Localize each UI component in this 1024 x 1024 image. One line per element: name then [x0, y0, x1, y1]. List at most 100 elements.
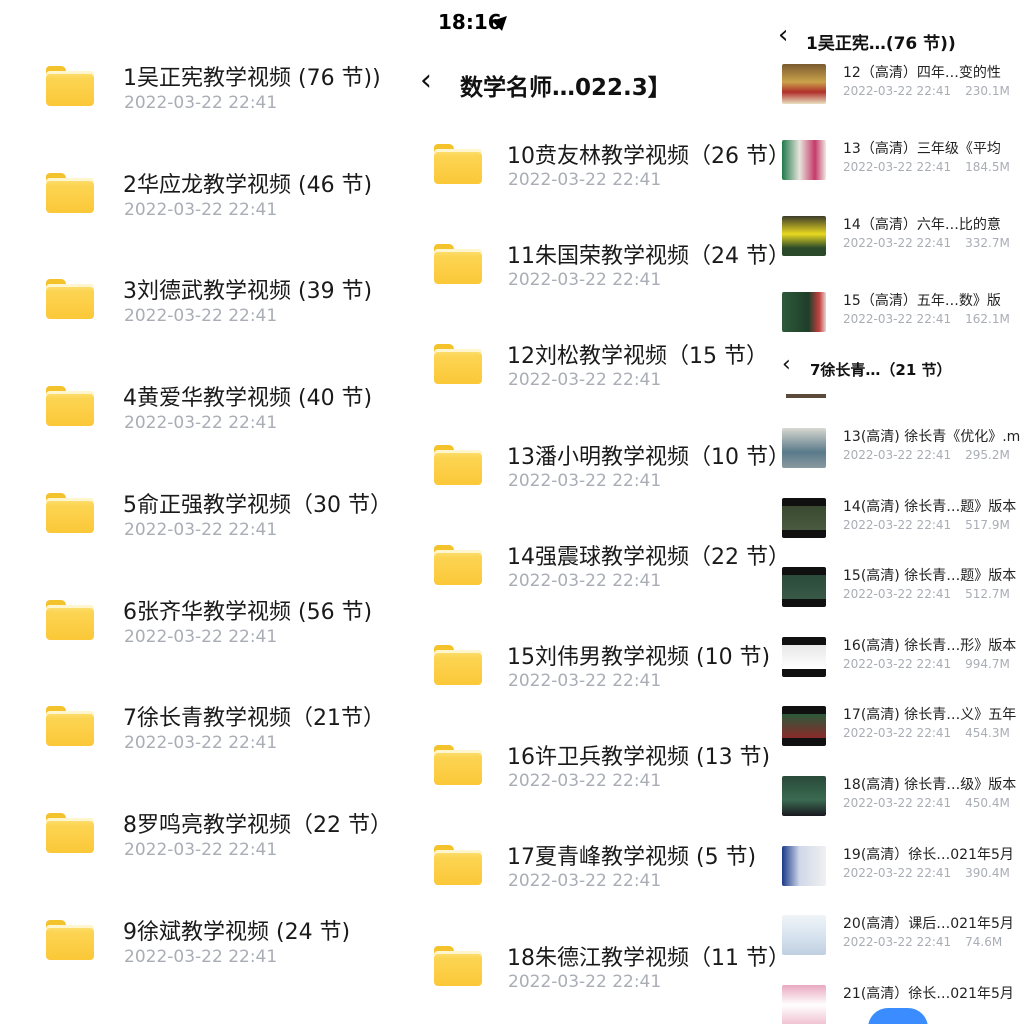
- folder-name: 1吴正宪教学视频 (76 节)): [123, 66, 381, 91]
- folder-date: 2022-03-22 22:41: [508, 170, 662, 190]
- folder-name: 6张齐华教学视频 (56 节): [123, 599, 373, 625]
- video-row[interactable]: 17(高清) 徐长青…义》五年 2022-03-22 22:41 454.3M: [776, 706, 1024, 766]
- video-row[interactable]: 15(高清) 徐长青…题》版本 2022-03-22 22:41 512.7M: [776, 567, 1024, 627]
- folder-row[interactable]: 12刘松教学视频（15 节） 2022-03-22 22:41: [408, 344, 780, 430]
- folder-row[interactable]: 8罗鸣亮教学视频（22 节） 2022-03-22 22:41: [0, 812, 408, 899]
- video-row[interactable]: 18(高清) 徐长青…级》版本 2022-03-22 22:41 450.4M: [776, 776, 1024, 836]
- folder-icon: [46, 492, 94, 533]
- video-name: 20(高清）课后…021年5月: [843, 916, 1014, 933]
- video-row[interactable]: 16(高清) 徐长青…形》版本 2022-03-22 22:41 994.7M: [776, 636, 1024, 697]
- folder-name: 14强震球教学视频（22 节）: [507, 544, 780, 570]
- video-date: 2022-03-22 22:41: [843, 726, 952, 741]
- folder-row[interactable]: 6张齐华教学视频 (56 节) 2022-03-22 22:41: [0, 599, 408, 686]
- video-meta: 2022-03-22 22:41 454.3M: [843, 726, 1010, 740]
- video-thumbnail: [782, 845, 826, 886]
- folder-name: 2华应龙教学视频 (46 节): [123, 172, 373, 198]
- folder-date: 2022-03-22 22:41: [124, 306, 278, 327]
- folder-date: 2022-03-22 22:41: [124, 733, 278, 754]
- folder-icon: [434, 544, 482, 585]
- video-name: 21(高清）徐长…021年5月: [843, 985, 1014, 1002]
- folder-row[interactable]: 17夏青峰教学视频 (5 节) 2022-03-22 22:41: [408, 845, 780, 931]
- folder-date: 2022-03-22 22:41: [124, 839, 278, 860]
- folder-row[interactable]: 10贲友林教学视频（26 节） 2022-03-22 22:41: [408, 144, 780, 230]
- folder-icon: [46, 706, 94, 747]
- video-row[interactable]: 19(高清）徐长…021年5月 2022-03-22 22:41 390.4M: [776, 845, 1024, 906]
- folder-date: 2022-03-22 22:41: [508, 671, 662, 691]
- video-row[interactable]: 14(高清) 徐长青…题》版本 2022-03-22 22:41 517.9M: [776, 497, 1024, 558]
- video-size: 994.7M: [965, 656, 1010, 671]
- video-thumbnail: [782, 497, 826, 538]
- folder-icon: [434, 745, 482, 786]
- folder-name: 4黄爱华教学视频 (40 节): [123, 386, 373, 412]
- video-meta: [843, 1005, 857, 1019]
- folder-name: 16许卫兵教学视频 (13 节): [507, 745, 771, 771]
- video-thumbnail: [782, 140, 826, 180]
- chevron-left-icon[interactable]: ‹: [778, 22, 788, 48]
- chevron-left-icon[interactable]: ‹: [782, 354, 791, 376]
- folder-date: 2022-03-22 22:41: [508, 270, 662, 291]
- folder-row[interactable]: 16许卫兵教学视频 (13 节) 2022-03-22 22:41: [408, 745, 780, 831]
- video-date: 2022-03-22 22:41: [843, 448, 952, 462]
- folder-row[interactable]: 11朱国荣教学视频（24 节） 2022-03-22 22:41: [408, 244, 780, 330]
- folder-icon: [46, 279, 94, 320]
- video-date: 2022-03-22 22:41: [843, 587, 952, 602]
- video-date: 2022-03-22 22:41: [843, 84, 952, 98]
- video-size: 517.9M: [965, 517, 1010, 532]
- cut-thumbnail: [786, 394, 826, 398]
- folder-date: 2022-03-22 22:41: [124, 413, 278, 434]
- folder-name: 17夏青峰教学视频 (5 节): [507, 845, 757, 871]
- folder-row[interactable]: 3刘德武教学视频 (39 节) 2022-03-22 22:41: [0, 279, 408, 365]
- folder-name: 13潘小明教学视频（10 节）: [507, 444, 780, 470]
- folder-date: 2022-03-22 22:41: [124, 626, 278, 647]
- video-thumbnail: [782, 776, 826, 816]
- video-thumbnail: [782, 64, 826, 104]
- video-meta: 2022-03-22 22:41 332.7M: [843, 236, 1010, 250]
- video-size: 390.4M: [965, 865, 1010, 880]
- folder-row[interactable]: 18朱德江教学视频（11 节） 2022-03-22 22:41: [408, 945, 780, 1024]
- folder-date: 2022-03-22 22:41: [508, 370, 662, 391]
- folder-row[interactable]: 9徐斌教学视频 (24 节) 2022-03-22 22:41: [0, 919, 408, 1006]
- video-date: 2022-03-22 22:41: [843, 312, 952, 326]
- folder-row[interactable]: 2华应龙教学视频 (46 节) 2022-03-22 22:41: [0, 172, 408, 259]
- page-title-bottom: 7徐长青…（21 节）: [810, 361, 952, 379]
- folder-date: 2022-03-22 22:41: [508, 771, 662, 792]
- folder-icon: [46, 66, 94, 106]
- video-row[interactable]: 20(高清）课后…021年5月 2022-03-22 22:41 74.6M: [776, 915, 1024, 975]
- video-row[interactable]: 14（高清）六年…比的意 2022-03-22 22:41 332.7M: [776, 216, 1024, 276]
- folder-icon: [46, 386, 94, 427]
- video-meta: 2022-03-22 22:41 450.4M: [843, 796, 1010, 810]
- video-thumbnail: [782, 706, 826, 747]
- folder-row[interactable]: 14强震球教学视频（22 节） 2022-03-22 22:41: [408, 544, 780, 631]
- folder-date: 2022-03-22 22:41: [508, 570, 662, 591]
- video-meta: 2022-03-22 22:41 74.6M: [843, 935, 1002, 949]
- folder-name: 15刘伟男教学视频 (10 节): [507, 645, 771, 670]
- folder-list-panel-2: 18:16 ‹ 数学名师…022.3】 10贲友林教学视频（26 节） 2022-…: [408, 0, 780, 1024]
- video-row[interactable]: 21(高清）徐长…021年5月: [776, 984, 1024, 1024]
- video-date: 2022-03-22 22:41: [843, 796, 952, 810]
- video-meta: 2022-03-22 22:41 994.7M: [843, 657, 1010, 671]
- folder-row[interactable]: 1吴正宪教学视频 (76 节)) 2022-03-22 22:41: [0, 66, 408, 152]
- folder-icon: [434, 845, 482, 886]
- video-row[interactable]: 12（高清）四年…变的性 2022-03-22 22:41 230.1M: [776, 64, 1024, 124]
- folder-row[interactable]: 15刘伟男教学视频 (10 节) 2022-03-22 22:41: [408, 645, 780, 731]
- chevron-left-icon[interactable]: ‹: [420, 66, 432, 96]
- video-meta: 2022-03-22 22:41 230.1M: [843, 84, 1010, 98]
- video-size: 162.1M: [965, 312, 1010, 326]
- video-row[interactable]: 13（高清）三年级《平均 2022-03-22 22:41 184.5M: [776, 140, 1024, 200]
- page-title-top: 1吴正宪…(76 节)): [806, 34, 956, 54]
- video-row[interactable]: 13(高清) 徐长青《优化》.m 2022-03-22 22:41 295.2M: [776, 428, 1024, 488]
- folder-date: 2022-03-22 22:41: [508, 971, 662, 992]
- video-row[interactable]: 15（高清）五年…数》版 2022-03-22 22:41 162.1M: [776, 292, 1024, 352]
- folder-row[interactable]: 4黄爱华教学视频 (40 节) 2022-03-22 22:41: [0, 386, 408, 472]
- folder-row[interactable]: 5俞正强教学视频（30 节） 2022-03-22 22:41: [0, 492, 408, 579]
- video-size: 332.7M: [965, 236, 1010, 250]
- video-name: 12（高清）四年…变的性: [843, 65, 1001, 81]
- video-thumbnail: [782, 915, 826, 956]
- folder-date: 2022-03-22 22:41: [124, 519, 278, 540]
- video-meta: 2022-03-22 22:41 390.4M: [843, 866, 1010, 880]
- video-name: 19(高清）徐长…021年5月: [843, 846, 1014, 863]
- folder-row[interactable]: 7徐长青教学视频（21节） 2022-03-22 22:41: [0, 706, 408, 792]
- folder-row[interactable]: 13潘小明教学视频（10 节） 2022-03-22 22:41: [408, 444, 780, 531]
- folder-name: 8罗鸣亮教学视频（22 节）: [123, 812, 392, 838]
- video-date: 2022-03-22 22:41: [843, 517, 952, 532]
